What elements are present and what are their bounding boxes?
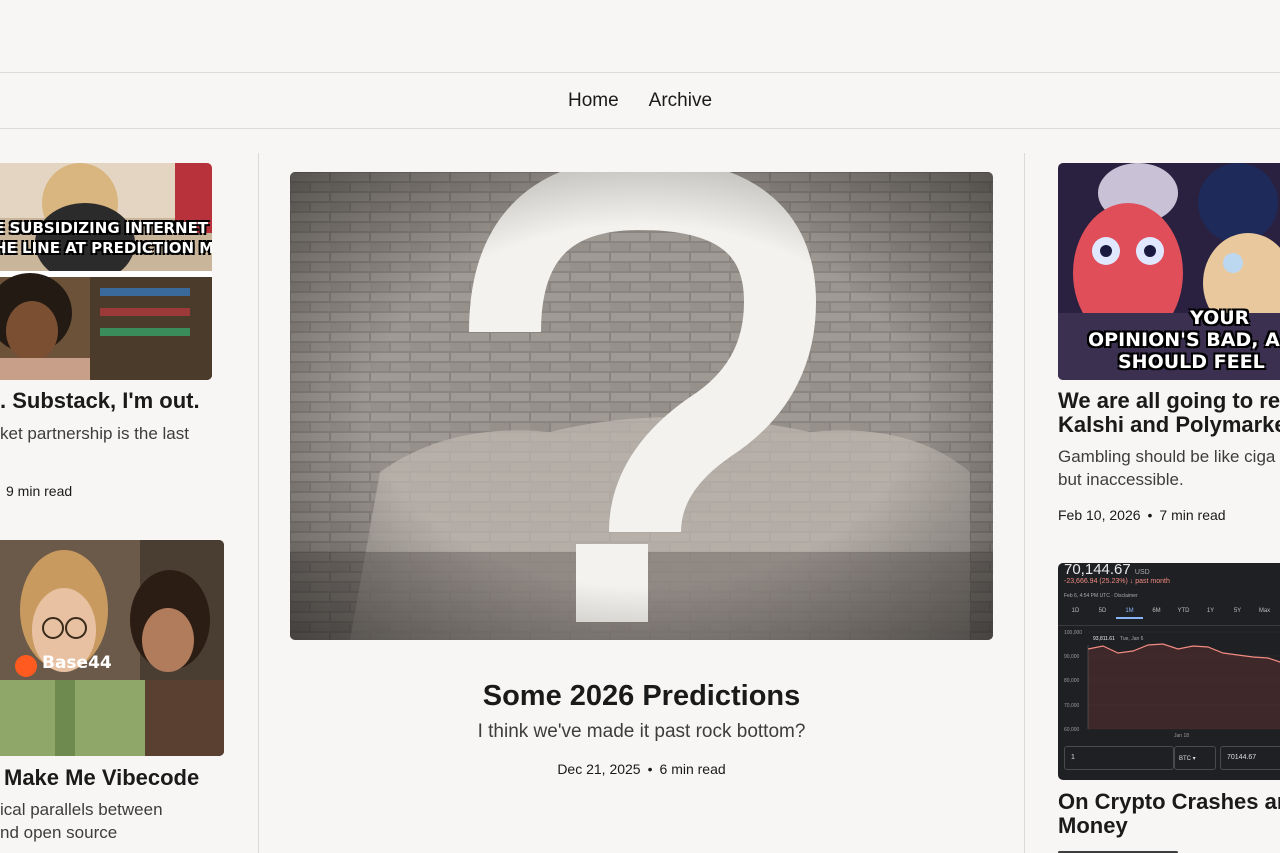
- meta-separator: •: [647, 761, 653, 777]
- top-header: [0, 0, 1280, 73]
- range-button-5d[interactable]: 5D: [1089, 608, 1116, 619]
- post-title-line1[interactable]: On Crypto Crashes ar: [1058, 790, 1280, 814]
- post-subtitle-line1: ical parallels between: [0, 800, 163, 819]
- post-title-line2[interactable]: Money: [1058, 814, 1280, 838]
- post-subtitle-line2: nd open source: [0, 823, 118, 842]
- y-tick-label: 60,000: [1064, 727, 1080, 733]
- tooltip-date: Tue, Jan 6: [1120, 636, 1144, 642]
- substack-meme-image: [0, 163, 212, 380]
- meme-caption-line1: YOUR: [1190, 307, 1250, 329]
- nav-home-link[interactable]: Home: [568, 90, 619, 112]
- btc-timestamp: Feb 6, 4:54 PM UTC · Disclaimer: [1064, 593, 1138, 599]
- post-read-time: 7 min read: [1159, 507, 1226, 523]
- post-meta: Feb 10, 2026 • 7 min read: [1058, 507, 1226, 523]
- meme-caption-line1: E SUBSIDIZING INTERNET NAZIS,: [0, 219, 212, 237]
- post-thumbnail-base44[interactable]: Base44: [0, 540, 224, 756]
- btc-currency: USD: [1134, 569, 1150, 576]
- y-tick-label: 90,000: [1064, 654, 1080, 660]
- btc-price-chart: 100,000 90,000 80,000 70,000 60,000 93,811.61…: [1064, 630, 1280, 739]
- currency-select[interactable]: BTC ▾: [1174, 746, 1216, 770]
- post-thumbnail-btc-chart[interactable]: 70,144.67 USD -23,666.94 (25.23%) ↓ past…: [1058, 563, 1280, 780]
- range-button-1m[interactable]: 1M: [1116, 608, 1143, 619]
- post-title[interactable]: Make Me Vibecode: [4, 766, 254, 790]
- converted-output[interactable]: 70144.67: [1220, 746, 1280, 770]
- btc-price: 70,144.67: [1064, 563, 1131, 578]
- amount-input[interactable]: 1: [1064, 746, 1174, 770]
- x-tick-label: Jan 18: [1174, 733, 1189, 739]
- base44-logo-text: Base44: [42, 653, 112, 673]
- btc-change: -23,666.94 (25.23%) ↓ past month: [1064, 578, 1170, 585]
- range-button-ytd[interactable]: YTD: [1170, 608, 1197, 619]
- post-date: Feb 10, 2026: [1058, 507, 1141, 523]
- meme-caption-line2: OPINION'S BAD, A: [1088, 329, 1280, 351]
- post-subtitle: Gambling should be like ciga but inacces…: [1058, 447, 1276, 489]
- post-thumbnail-substack-meme[interactable]: E SUBSIDIZING INTERNET NAZIS, HE LINE AT…: [0, 163, 212, 380]
- post-thumbnail-zoidberg-meme[interactable]: YOUR OPINION'S BAD, A SHOULD FEEL: [1058, 163, 1280, 380]
- meta-separator: •: [1147, 507, 1153, 523]
- post-title[interactable]: . Substack, I'm out.: [0, 389, 255, 413]
- range-button-1y[interactable]: 1Y: [1197, 608, 1224, 619]
- tooltip-value: 93,811.61: [1093, 636, 1115, 642]
- post-read-time: 9 min read: [6, 483, 73, 499]
- post-subtitle: ket partnership is the last: [0, 424, 189, 443]
- featured-post-image[interactable]: [290, 172, 993, 640]
- post-subtitle-clipped: [1058, 846, 1280, 853]
- chart-divider: [1058, 625, 1280, 626]
- range-button-max[interactable]: Max: [1251, 608, 1278, 619]
- meme-caption-line3: SHOULD FEEL: [1118, 351, 1265, 373]
- range-button-6m[interactable]: 6M: [1143, 608, 1170, 619]
- range-selector: 1D 5D 1M 6M YTD 1Y 5Y Max: [1062, 608, 1278, 619]
- column-divider-left: [258, 153, 259, 853]
- featured-post-meta: Dec 21, 2025 • 6 min read: [290, 761, 993, 777]
- featured-post-read-time: 6 min read: [659, 761, 726, 777]
- featured-post-subtitle: I think we've made it past rock bottom?: [477, 721, 806, 742]
- range-button-1d[interactable]: 1D: [1062, 608, 1089, 619]
- y-tick-label: 80,000: [1064, 678, 1080, 684]
- column-divider-right: [1024, 153, 1025, 853]
- post-title-line1[interactable]: We are all going to reg: [1058, 389, 1280, 413]
- meme-caption-line2: HE LINE AT PREDICTION MARKETS: [0, 239, 212, 257]
- nav-archive-link[interactable]: Archive: [649, 90, 712, 112]
- base44-ad-image: [0, 540, 224, 756]
- y-tick-label: 70,000: [1064, 703, 1080, 709]
- range-button-5y[interactable]: 5Y: [1224, 608, 1251, 619]
- question-mark-graffiti-icon: [290, 172, 993, 640]
- main-nav: Home Archive: [0, 73, 1280, 129]
- post-title-line2[interactable]: Kalshi and Polymarke: [1058, 413, 1280, 437]
- y-tick-label: 100,000: [1064, 630, 1082, 636]
- featured-post-title[interactable]: Some 2026 Predictions: [290, 680, 993, 713]
- featured-post-date: Dec 21, 2025: [557, 761, 641, 777]
